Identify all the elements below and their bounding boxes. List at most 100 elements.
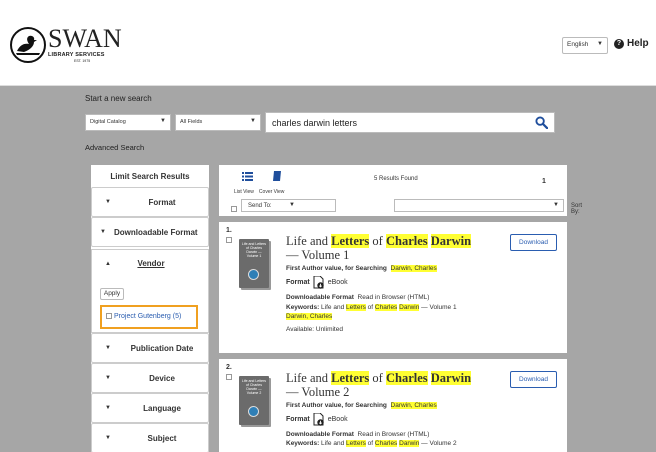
vendor-option-label: Project Gutenberg <box>114 313 171 320</box>
keywords-label: Keywords: <box>286 304 320 311</box>
book-cover[interactable]: Life and Letters of Charles Darwin — Vol… <box>239 239 269 288</box>
search-icon[interactable] <box>535 116 548 129</box>
keywords-text: of <box>365 304 375 311</box>
vendor-checkbox[interactable] <box>106 313 112 319</box>
title-text: — Volume 1 <box>286 248 350 262</box>
result-format: Format eBook <box>286 413 348 426</box>
result-checkbox[interactable] <box>226 374 232 380</box>
format-value: eBook <box>327 416 348 423</box>
author-value: Darwin, Charles <box>390 265 437 272</box>
result-title[interactable]: Life and Letters of Charles Darwin — Vol… <box>286 371 486 399</box>
catalog-select[interactable]: Digital Catalog ▼ <box>85 114 171 131</box>
facet-device[interactable]: ▼ Device <box>91 363 209 393</box>
help-label: Help <box>627 38 649 49</box>
keywords-text: Life and <box>321 440 346 447</box>
results-count: 5 Results Found <box>374 176 418 182</box>
swan-logo[interactable]: SWAN LIBRARY SERVICES EST. 1975 <box>10 26 122 63</box>
book-cover[interactable]: Life and Letters of Charles Darwin — Vol… <box>239 376 269 425</box>
keywords-highlight: Charles <box>374 440 398 447</box>
select-all-checkbox[interactable] <box>231 206 237 212</box>
language-select[interactable]: English ▼ <box>562 37 608 54</box>
title-text: Life and <box>286 371 332 385</box>
keywords-text: of <box>365 440 375 447</box>
caret-down-icon: ▼ <box>105 375 111 381</box>
result-number: 1. <box>226 227 232 234</box>
apply-button[interactable]: Apply <box>100 288 124 300</box>
title-highlight: Darwin <box>430 371 472 385</box>
downloadable-format-label: Downloadable Format <box>286 431 354 438</box>
title-highlight: Charles <box>385 371 428 385</box>
book-cover-title: Life and Letters of Charles Darwin — Vol… <box>241 242 267 258</box>
help-link[interactable]: ? Help <box>614 38 649 49</box>
facet-vendor-label[interactable]: Vendor <box>92 259 210 268</box>
result-item: 1. Life and Letters of Charles Darwin — … <box>219 222 567 353</box>
format-value: eBook <box>327 279 348 286</box>
keywords-text: — Volume 2 <box>419 440 457 447</box>
globe-icon <box>248 269 259 280</box>
keywords-text: Life and <box>321 304 346 311</box>
title-text: of <box>369 371 386 385</box>
limit-results-panel: Limit Search Results ▼ Format ▼ Download… <box>91 165 209 452</box>
caret-down-icon: ▼ <box>105 199 111 205</box>
caret-down-icon: ▼ <box>597 41 603 47</box>
keywords-highlight: Darwin <box>399 304 420 311</box>
field-value: All Fields <box>180 119 203 125</box>
download-button[interactable]: Download <box>510 371 557 388</box>
caret-down-icon: ▼ <box>553 202 559 208</box>
language-value: English <box>567 41 589 48</box>
format-label: Format <box>286 279 310 286</box>
title-text: Life and <box>286 234 332 248</box>
facet-publication-date[interactable]: ▼ Publication Date <box>91 333 209 363</box>
list-view-label[interactable]: List View <box>234 189 254 195</box>
result-author: First Author value, for Searching Darwin… <box>286 402 437 409</box>
list-view-icon[interactable] <box>242 172 253 181</box>
search-query: charles darwin letters <box>272 118 358 128</box>
logo-subtitle: LIBRARY SERVICES <box>48 52 105 58</box>
sort-by-select[interactable]: Sort By: ▼ <box>394 199 582 215</box>
question-icon: ? <box>614 38 624 49</box>
vendor-option-count: (5) <box>172 313 182 320</box>
cover-view-label[interactable]: Cover View <box>259 189 284 195</box>
facet-downloadable-format[interactable]: ▼ Downloadable Format <box>91 217 209 247</box>
result-availability: Available: Unlimited <box>286 326 343 333</box>
downloadable-format-label: Downloadable Format <box>286 294 354 301</box>
result-item: 2. Life and Letters of Charles Darwin — … <box>219 359 567 452</box>
keywords-highlight: Letters <box>345 304 366 311</box>
facet-language[interactable]: ▼ Language <box>91 393 209 423</box>
cover-view-icon[interactable] <box>273 171 281 181</box>
page-number[interactable]: 1 <box>542 178 546 185</box>
field-select[interactable]: All Fields ▼ <box>175 114 261 131</box>
send-to-select[interactable]: Send To: ▼ <box>241 199 336 212</box>
search-input[interactable]: charles darwin letters <box>265 112 555 133</box>
caret-down-icon: ▼ <box>105 345 111 351</box>
result-checkbox[interactable] <box>226 237 232 243</box>
result-keywords: Keywords: Life and Letters of Charles Da… <box>286 440 486 449</box>
downloadable-format-value: Read in Browser (HTML) <box>357 431 430 438</box>
vendor-option-project-gutenberg[interactable]: Project Gutenberg (5) <box>100 305 198 329</box>
facet-publication-date-label: Publication Date <box>130 344 194 353</box>
facet-language-label: Language <box>143 404 181 413</box>
download-button[interactable]: Download <box>510 234 557 251</box>
ebook-download-icon <box>313 413 324 426</box>
title-highlight: Charles <box>385 234 428 248</box>
logo-word: SWAN <box>48 24 122 53</box>
result-downloadable-format: Downloadable Format Read in Browser (HTM… <box>286 431 429 438</box>
caret-down-icon: ▼ <box>250 118 256 124</box>
facet-format[interactable]: ▼ Format <box>91 187 209 217</box>
facet-subject[interactable]: ▼ Subject <box>91 423 209 452</box>
start-search-label: Start a new search <box>85 94 152 103</box>
result-title[interactable]: Life and Letters of Charles Darwin — Vol… <box>286 234 486 262</box>
keywords-highlight: Letters <box>345 440 366 447</box>
facet-subject-label: Subject <box>147 434 177 443</box>
title-highlight: Letters <box>331 371 370 385</box>
book-cover-title: Life and Letters of Charles Darwin — Vol… <box>241 379 267 395</box>
limit-results-title: Limit Search Results <box>110 172 190 181</box>
title-text: of <box>369 234 386 248</box>
view-labels: List View Cover View <box>234 189 289 195</box>
format-label: Format <box>286 416 310 423</box>
result-author: First Author value, for Searching Darwin… <box>286 265 437 272</box>
send-to-label: Send To: <box>248 203 272 209</box>
keywords-label: Keywords: <box>286 440 320 447</box>
site-header: SWAN LIBRARY SERVICES EST. 1975 English … <box>0 0 656 86</box>
advanced-search-link[interactable]: Advanced Search <box>85 143 144 152</box>
